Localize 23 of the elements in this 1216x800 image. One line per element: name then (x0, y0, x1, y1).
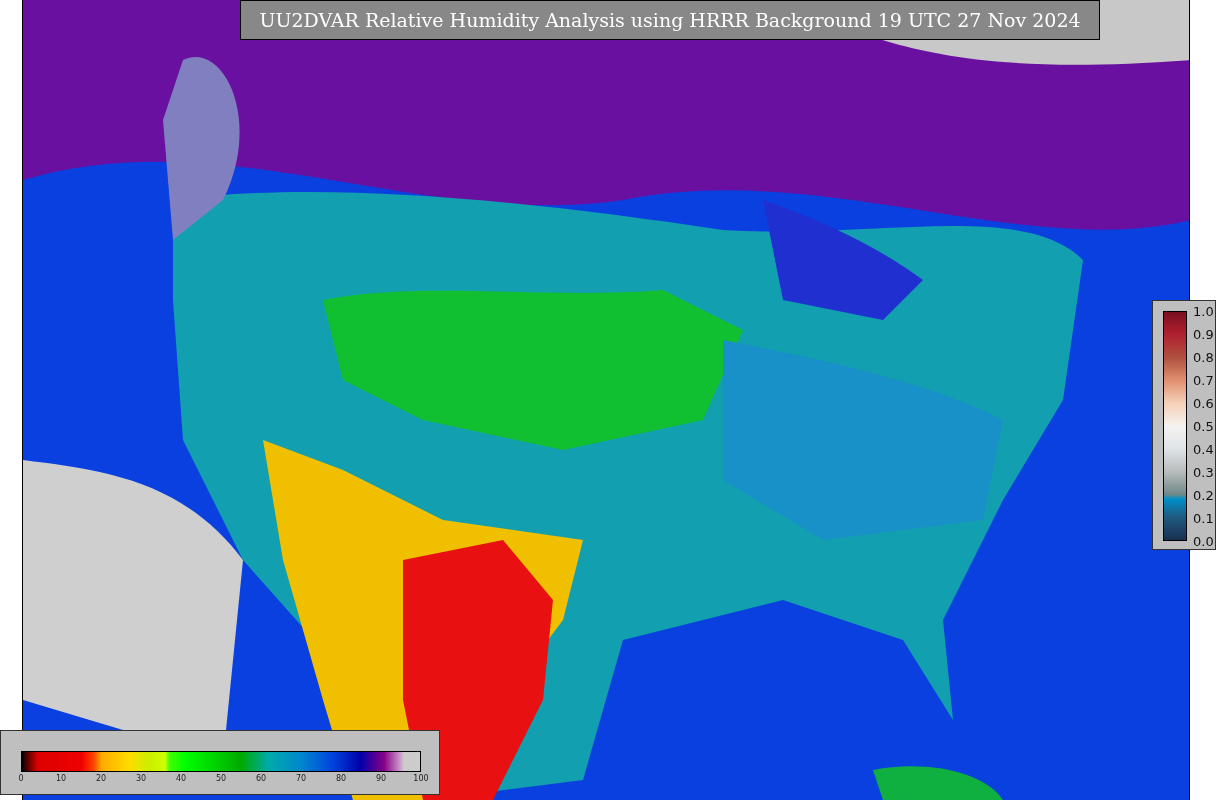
tick-label: 20 (95, 775, 107, 783)
tick-label: 80 (335, 775, 347, 783)
tick-label: 0.8 (1193, 350, 1214, 364)
tick-label: 0.3 (1193, 465, 1214, 479)
tick-label: 70 (295, 775, 307, 783)
map-title: UU2DVAR Relative Humidity Analysis using HRRR Background 19 UTC 27 Nov 2024 (240, 0, 1100, 40)
tick-label: 60 (255, 775, 267, 783)
tick-label: 0.4 (1193, 442, 1214, 456)
tick-label: 0.1 (1193, 511, 1214, 525)
tick-label: 0 (18, 775, 24, 783)
tick-label: 0.7 (1193, 373, 1214, 387)
tick-label: 0.6 (1193, 396, 1214, 410)
tick-label: 0.5 (1193, 419, 1214, 433)
tick-label: 10 (55, 775, 67, 783)
tick-label: 90 (375, 775, 387, 783)
tick-label: 0.9 (1193, 327, 1214, 341)
tick-label: 0.0 (1193, 534, 1214, 548)
tick-label: 100 (413, 775, 429, 783)
tick-label: 40 (175, 775, 187, 783)
tick-label: 0.2 (1193, 488, 1214, 502)
tick-label: 1.0 (1193, 304, 1214, 318)
tick-label: 50 (215, 775, 227, 783)
tick-label: 30 (135, 775, 147, 783)
